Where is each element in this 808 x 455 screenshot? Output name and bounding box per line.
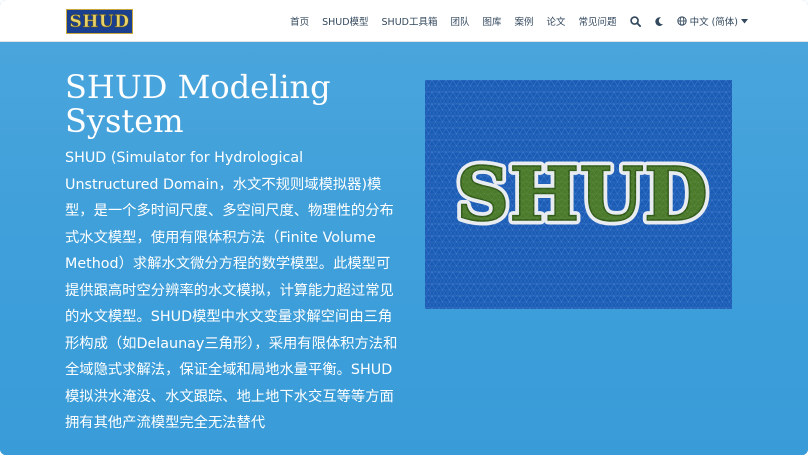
nav-item-shud-model[interactable]: SHUD模型 [322,14,368,28]
logo-text: SHUD [69,11,130,32]
language-label: 中文 (简体) [689,17,738,28]
nav-item-home[interactable]: 首页 [290,14,309,28]
nav-item-faq[interactable]: 常见问题 [579,14,617,28]
nav-item-team[interactable]: 团队 [450,14,469,28]
navbar: SHUD 首页 SHUD模型 SHUD工具箱 团队 图库 案例 论文 常见问题 … [0,0,808,42]
browser-window: SHUD 首页 SHUD模型 SHUD工具箱 团队 图库 案例 论文 常见问题 … [0,0,808,455]
shud-mesh-image: SHUD SHUD [425,80,732,309]
search-icon[interactable] [629,15,641,27]
hero-description: SHUD (Simulator for Hydrological Unstruc… [65,150,398,431]
moon-icon[interactable] [654,16,664,27]
language-selector[interactable]: 中文 (简体) [676,14,748,28]
nav-item-papers[interactable]: 论文 [547,14,566,28]
site-logo[interactable]: SHUD [66,9,133,34]
nav-item-shud-toolbox[interactable]: SHUD工具箱 [382,14,438,28]
hero-title: SHUD Modeling System [65,68,331,140]
nav-menu: 首页 SHUD模型 SHUD工具箱 团队 图库 案例 论文 常见问题 中文 (简… [290,0,748,42]
globe-icon [676,16,687,26]
nav-item-cases[interactable]: 案例 [515,14,534,28]
nav-item-gallery[interactable]: 图库 [483,14,502,28]
caret-down-icon [741,18,748,24]
